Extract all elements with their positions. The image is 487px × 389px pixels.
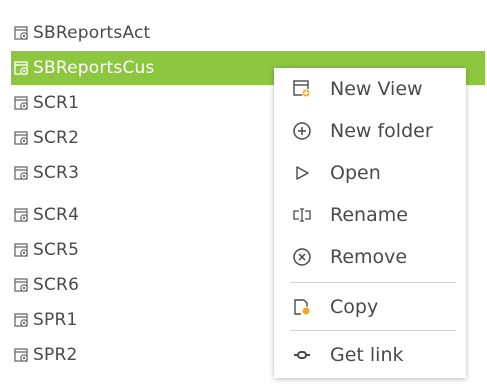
report-view-icon bbox=[14, 242, 29, 258]
copy-icon bbox=[292, 297, 312, 317]
tree-item-label: SCR6 bbox=[33, 275, 80, 295]
tree-item-label: SPR2 bbox=[33, 345, 78, 365]
tree-item-label: SCR3 bbox=[33, 163, 80, 183]
tree-item[interactable]: SBReportsAct bbox=[0, 16, 487, 50]
menu-item-label: Open bbox=[330, 162, 381, 184]
report-view-icon bbox=[14, 95, 29, 111]
rename-icon bbox=[292, 205, 312, 225]
report-view-icon bbox=[14, 312, 29, 328]
context-menu: New View New folder Open Rename Remove C… bbox=[274, 68, 466, 378]
menu-item-label: Remove bbox=[330, 246, 408, 268]
tree-item-label: SCR4 bbox=[33, 205, 80, 225]
menu-item-label: Copy bbox=[330, 296, 379, 318]
menu-separator bbox=[290, 282, 456, 283]
menu-item-rename[interactable]: Rename bbox=[274, 196, 466, 234]
menu-item-label: Get link bbox=[330, 344, 404, 366]
tree-item-label: SCR1 bbox=[33, 93, 80, 113]
tree-item-label: SCR5 bbox=[33, 240, 80, 260]
report-view-icon bbox=[14, 165, 29, 181]
new-folder-icon bbox=[292, 121, 312, 141]
menu-item-open[interactable]: Open bbox=[274, 154, 466, 192]
menu-item-copy[interactable]: Copy bbox=[274, 288, 466, 326]
report-view-icon bbox=[14, 60, 29, 76]
menu-item-get-link[interactable]: Get link bbox=[274, 336, 466, 374]
report-view-icon bbox=[14, 25, 29, 41]
tree-item-label: SCR2 bbox=[33, 128, 80, 148]
menu-item-remove[interactable]: Remove bbox=[274, 238, 466, 276]
report-view-icon bbox=[14, 207, 29, 223]
get-link-icon bbox=[292, 345, 312, 365]
report-view-icon bbox=[14, 130, 29, 146]
remove-icon bbox=[292, 247, 312, 267]
tree-item-label: SBReportsAct bbox=[33, 23, 151, 43]
menu-item-label: New folder bbox=[330, 120, 433, 142]
new-view-icon bbox=[292, 79, 312, 99]
menu-separator bbox=[290, 330, 456, 331]
tree-item-label: SPR1 bbox=[33, 310, 78, 330]
report-view-icon bbox=[14, 277, 29, 293]
tree-item-label: SBReportsCus bbox=[33, 58, 155, 78]
menu-item-new-view[interactable]: New View bbox=[274, 70, 466, 108]
menu-item-label: New View bbox=[330, 78, 423, 100]
report-view-icon bbox=[14, 347, 29, 363]
menu-item-label: Rename bbox=[330, 204, 408, 226]
menu-item-new-folder[interactable]: New folder bbox=[274, 112, 466, 150]
open-icon bbox=[292, 163, 312, 183]
